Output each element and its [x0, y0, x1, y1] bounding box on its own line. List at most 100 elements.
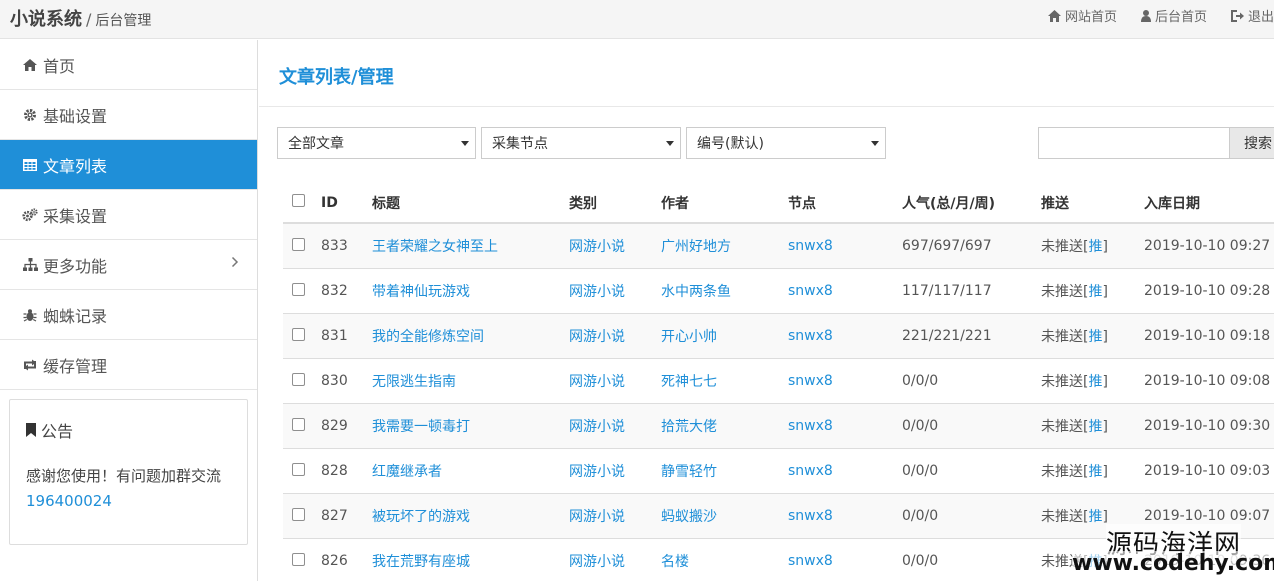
row-checkbox[interactable] — [292, 283, 305, 296]
row-node-link[interactable]: snwx8 — [788, 418, 833, 434]
row-checkbox[interactable] — [292, 328, 305, 341]
row-push-status: 未推送 — [1041, 283, 1083, 300]
row-push-link[interactable]: 推 — [1088, 284, 1102, 300]
column-header-push[interactable]: 推送 — [1041, 183, 1144, 224]
notice-qq-number[interactable]: 196400024 — [26, 492, 112, 510]
row-push-link[interactable]: 推 — [1088, 374, 1102, 390]
sidebar-item-cache-management[interactable]: 缓存管理 — [0, 340, 257, 390]
row-author-link[interactable]: 水中两条鱼 — [661, 284, 731, 300]
row-node-link[interactable]: snwx8 — [788, 508, 833, 524]
row-title-link[interactable]: 被玩坏了的游戏 — [372, 509, 470, 525]
caret-down-icon — [461, 141, 469, 146]
column-header-node[interactable]: 节点 — [788, 183, 902, 224]
row-node-link[interactable]: snwx8 — [788, 373, 833, 389]
row-author-link[interactable]: 死神七七 — [661, 374, 717, 390]
row-title-link[interactable]: 我需要一顿毒打 — [372, 419, 470, 435]
sidebar-item-article-list[interactable]: 文章列表 — [0, 140, 257, 190]
row-checkbox[interactable] — [292, 508, 305, 521]
row-push-link[interactable]: 推 — [1088, 464, 1102, 480]
table-row: 832 带着神仙玩游戏 网游小说 水中两条鱼 snwx8 117/117/117 未推送[推… — [283, 267, 1274, 313]
search-input[interactable] — [1038, 127, 1230, 159]
column-header-date[interactable]: 入库日期 — [1144, 183, 1274, 224]
row-checkbox[interactable] — [292, 463, 305, 476]
row-checkbox[interactable] — [292, 238, 305, 252]
column-header-category[interactable]: 类别 — [569, 183, 661, 224]
sidebar-item-label: 首页 — [43, 56, 76, 76]
row-node-link[interactable]: snwx8 — [788, 553, 833, 569]
nav-admin-home-link[interactable]: 后台首页 — [1140, 6, 1207, 25]
row-title-link[interactable]: 我的全能修炼空间 — [372, 329, 484, 345]
row-category-link[interactable]: 网游小说 — [569, 284, 625, 300]
row-push-link[interactable]: 推 — [1088, 239, 1102, 255]
row-category-link[interactable]: 网游小说 — [569, 329, 625, 345]
category-select[interactable]: 全部文章 — [277, 127, 476, 159]
row-category-link[interactable]: 网游小说 — [569, 554, 625, 570]
row-id: 827 — [321, 492, 372, 538]
sidebar-item-label: 缓存管理 — [43, 356, 108, 376]
row-checkbox[interactable] — [292, 373, 305, 386]
row-push-link[interactable]: 推 — [1088, 329, 1102, 345]
home-icon — [22, 57, 38, 73]
row-title-cell: 我的全能修炼空间 — [372, 312, 569, 358]
row-author-link[interactable]: 广州好地方 — [661, 239, 731, 255]
top-bar: 小说系统 / 后台管理 网站首页 后台首页 退出 — [0, 0, 1274, 39]
column-header-popularity[interactable]: 人气(总/月/周) — [902, 183, 1041, 224]
row-category-link[interactable]: 网游小说 — [569, 374, 625, 390]
row-title-link[interactable]: 我在荒野有座城 — [372, 554, 470, 570]
sidebar-item-basic-settings[interactable]: 基础设置 — [0, 90, 257, 140]
search-button-label: 搜索 — [1244, 136, 1272, 152]
row-node-link[interactable]: snwx8 — [788, 238, 833, 254]
row-push-cell: 未推送[推] — [1041, 222, 1144, 268]
row-select-cell — [283, 312, 321, 358]
watermark-url: www.codehy.com — [1072, 551, 1274, 576]
notice-panel: 公告 感谢您使用！有问题加群交流 196400024 — [9, 399, 248, 545]
row-category-link[interactable]: 网游小说 — [569, 239, 625, 255]
sidebar-item-collect-settings[interactable]: 采集设置 — [0, 190, 257, 240]
nav-logout-link[interactable]: 退出 — [1230, 6, 1274, 25]
row-author-link[interactable]: 静雪轻竹 — [661, 464, 717, 480]
search-button[interactable]: 搜索 — [1229, 127, 1274, 159]
row-title-link[interactable]: 带着神仙玩游戏 — [372, 284, 470, 300]
row-push-status: 未推送 — [1041, 373, 1083, 390]
row-node-link[interactable]: snwx8 — [788, 463, 833, 479]
sidebar-item-more-features[interactable]: 更多功能 — [0, 240, 257, 290]
row-popularity: 0/0/0 — [902, 357, 1041, 403]
row-checkbox[interactable] — [292, 553, 305, 567]
row-node-link[interactable]: snwx8 — [788, 328, 833, 344]
sidebar-item-home[interactable]: 首页 — [0, 40, 257, 90]
select-all-checkbox[interactable] — [292, 194, 305, 207]
title-divider — [259, 106, 1274, 107]
row-author-link[interactable]: 名楼 — [661, 554, 689, 570]
row-title-cell: 带着神仙玩游戏 — [372, 267, 569, 313]
row-select-cell — [283, 492, 321, 538]
row-category-cell: 网游小说 — [569, 312, 661, 358]
row-push-link[interactable]: 推 — [1088, 419, 1102, 435]
table-row: 829 我需要一顿毒打 网游小说 拾荒大佬 snwx8 0/0/0 未推送[推] 2019-1… — [283, 402, 1274, 448]
row-author-cell: 广州好地方 — [661, 222, 788, 268]
row-checkbox[interactable] — [292, 418, 305, 431]
row-popularity: 117/117/117 — [902, 267, 1041, 313]
row-category-link[interactable]: 网游小说 — [569, 419, 625, 435]
row-author-link[interactable]: 开心小帅 — [661, 329, 717, 345]
column-header-title[interactable]: 标题 — [372, 183, 569, 224]
order-select-value: 编号(默认) — [697, 136, 764, 152]
row-category-link[interactable]: 网游小说 — [569, 464, 625, 480]
row-author-cell: 水中两条鱼 — [661, 267, 788, 313]
sidebar-item-spider-log[interactable]: 蜘蛛记录 — [0, 290, 257, 340]
row-author-link[interactable]: 蚂蚁搬沙 — [661, 509, 717, 525]
row-author-link[interactable]: 拾荒大佬 — [661, 419, 717, 435]
row-node-link[interactable]: snwx8 — [788, 283, 833, 299]
row-popularity: 0/0/0 — [902, 492, 1041, 538]
row-title-link[interactable]: 无限逃生指南 — [372, 374, 456, 390]
select-all-cell — [283, 183, 321, 224]
column-header-id[interactable]: ID — [321, 183, 372, 224]
order-select[interactable]: 编号(默认) — [686, 127, 886, 159]
row-push-cell: 未推送[推] — [1041, 312, 1144, 358]
nav-site-home-link[interactable]: 网站首页 — [1047, 6, 1117, 25]
column-header-author[interactable]: 作者 — [661, 183, 788, 224]
node-select[interactable]: 采集节点 — [481, 127, 681, 159]
row-category-link[interactable]: 网游小说 — [569, 509, 625, 525]
row-title-link[interactable]: 红魔继承者 — [372, 464, 442, 480]
row-title-link[interactable]: 王者荣耀之女神至上 — [372, 239, 498, 255]
brand-separator: / — [86, 10, 92, 29]
